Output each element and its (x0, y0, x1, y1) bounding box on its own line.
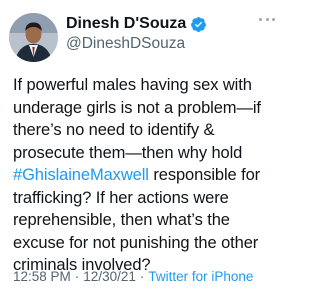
tweet-source-link[interactable]: Twitter for iPhone (148, 269, 253, 284)
tweet-text: If powerful males having sex with undera… (13, 74, 281, 277)
author-handle[interactable]: @DineshDSouza (66, 34, 185, 54)
tweet-line-rest: responsible for (148, 166, 261, 184)
hashtag-link[interactable]: #GhislaineMaxwell (13, 166, 149, 184)
tweet-line: underage girls is not a problem—if (13, 98, 261, 117)
more-options-icon[interactable] (259, 14, 275, 24)
tweet-line: excuse for not punishing the other (13, 233, 259, 252)
tweet-card: Dinesh D'Souza @DineshDSouza If powerful… (0, 0, 285, 300)
verified-badge-icon (190, 16, 207, 33)
tweet-time[interactable]: 12:58 PM (13, 269, 71, 284)
tweet-line: reprehensible, then what’s the (13, 211, 230, 229)
tweet-line-with-hashtag: #GhislaineMaxwell responsible for (13, 164, 281, 187)
avatar[interactable] (9, 13, 58, 62)
tweet-line: there’s no need to identify & (13, 121, 215, 139)
avatar-photo (9, 13, 58, 62)
tweet-date[interactable]: 12/30/21 (83, 269, 136, 284)
author-display-name[interactable]: Dinesh D'Souza (66, 14, 186, 34)
tweet-line: If powerful males having sex with (13, 76, 252, 94)
meta-separator: · (139, 269, 145, 284)
tweet-meta: 12:58 PM · 12/30/21 · Twitter for iPhone (13, 268, 253, 286)
author-name-row[interactable]: Dinesh D'Souza (66, 14, 207, 34)
meta-separator: · (74, 269, 80, 284)
tweet-line: trafficking? If her actions were (13, 188, 229, 207)
tweet-line: prosecute them—then why hold (13, 143, 243, 162)
